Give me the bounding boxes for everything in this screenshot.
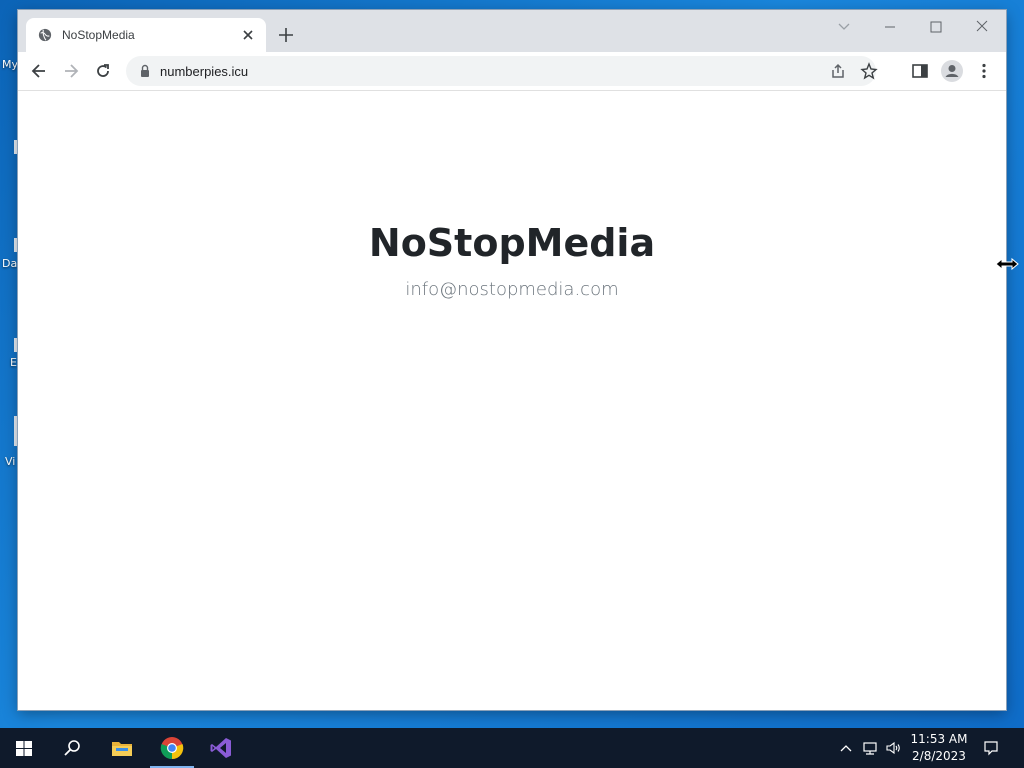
clock-time: 11:53 AM xyxy=(910,732,968,746)
browser-toolbar: numberpies.icu xyxy=(18,52,1006,91)
search-icon xyxy=(64,740,80,756)
notifications-icon[interactable] xyxy=(983,740,999,756)
title-bar: NoStopMedia xyxy=(18,10,1006,52)
chrome-icon xyxy=(160,737,184,760)
search-button[interactable] xyxy=(48,728,96,768)
back-arrow-icon[interactable] xyxy=(30,62,48,80)
maximize-icon[interactable] xyxy=(925,18,947,36)
system-clock[interactable]: 11:53 AM 2/8/2023 xyxy=(905,731,973,765)
new-tab-icon[interactable] xyxy=(278,27,294,43)
profile-avatar-icon[interactable] xyxy=(941,60,963,82)
taskbar-chrome[interactable] xyxy=(148,728,196,768)
desktop-icon-label[interactable]: E xyxy=(10,356,17,369)
desktop-icon-label[interactable]: My xyxy=(2,58,18,71)
desktop-icon-label[interactable]: Da xyxy=(2,257,17,270)
share-icon[interactable] xyxy=(829,62,847,80)
lock-icon[interactable] xyxy=(138,64,152,78)
clock-date: 2/8/2023 xyxy=(912,749,966,763)
browser-tab[interactable]: NoStopMedia xyxy=(26,18,266,52)
taskbar: 11:53 AM 2/8/2023 xyxy=(0,728,1024,768)
globe-icon xyxy=(38,28,52,42)
side-panel-icon[interactable] xyxy=(911,62,929,80)
folder-icon xyxy=(112,742,132,756)
tab-search-icon[interactable] xyxy=(833,18,855,36)
contact-email: info@nostopmedia.com xyxy=(405,279,619,300)
more-menu-icon[interactable] xyxy=(975,62,993,80)
bookmark-star-icon[interactable] xyxy=(860,62,878,80)
chevron-up-icon[interactable] xyxy=(838,740,854,756)
url-text[interactable]: numberpies.icu xyxy=(160,64,248,79)
minimize-icon[interactable] xyxy=(879,18,901,36)
page-heading: NoStopMedia xyxy=(368,221,656,265)
taskbar-visual-studio[interactable] xyxy=(197,728,245,768)
taskbar-file-explorer[interactable] xyxy=(98,728,146,768)
windows-logo-icon xyxy=(16,741,32,756)
address-bar[interactable]: numberpies.icu xyxy=(126,56,878,86)
forward-arrow-icon[interactable] xyxy=(62,62,80,80)
visual-studio-icon xyxy=(210,738,231,758)
tab-title: NoStopMedia xyxy=(62,28,135,42)
volume-icon[interactable] xyxy=(885,740,901,756)
reload-icon[interactable] xyxy=(94,62,112,80)
start-button[interactable] xyxy=(0,728,48,768)
close-window-icon[interactable] xyxy=(971,18,993,36)
close-tab-icon[interactable] xyxy=(240,27,256,43)
resize-cursor-icon xyxy=(995,257,1019,271)
desktop-icon-label[interactable]: Vi xyxy=(5,455,15,468)
page-content: NoStopMedia info@nostopmedia.com xyxy=(18,91,1006,710)
network-icon[interactable] xyxy=(862,740,878,756)
browser-window: NoStopMedia numberpies.icu NoStopMedia i… xyxy=(18,10,1006,710)
